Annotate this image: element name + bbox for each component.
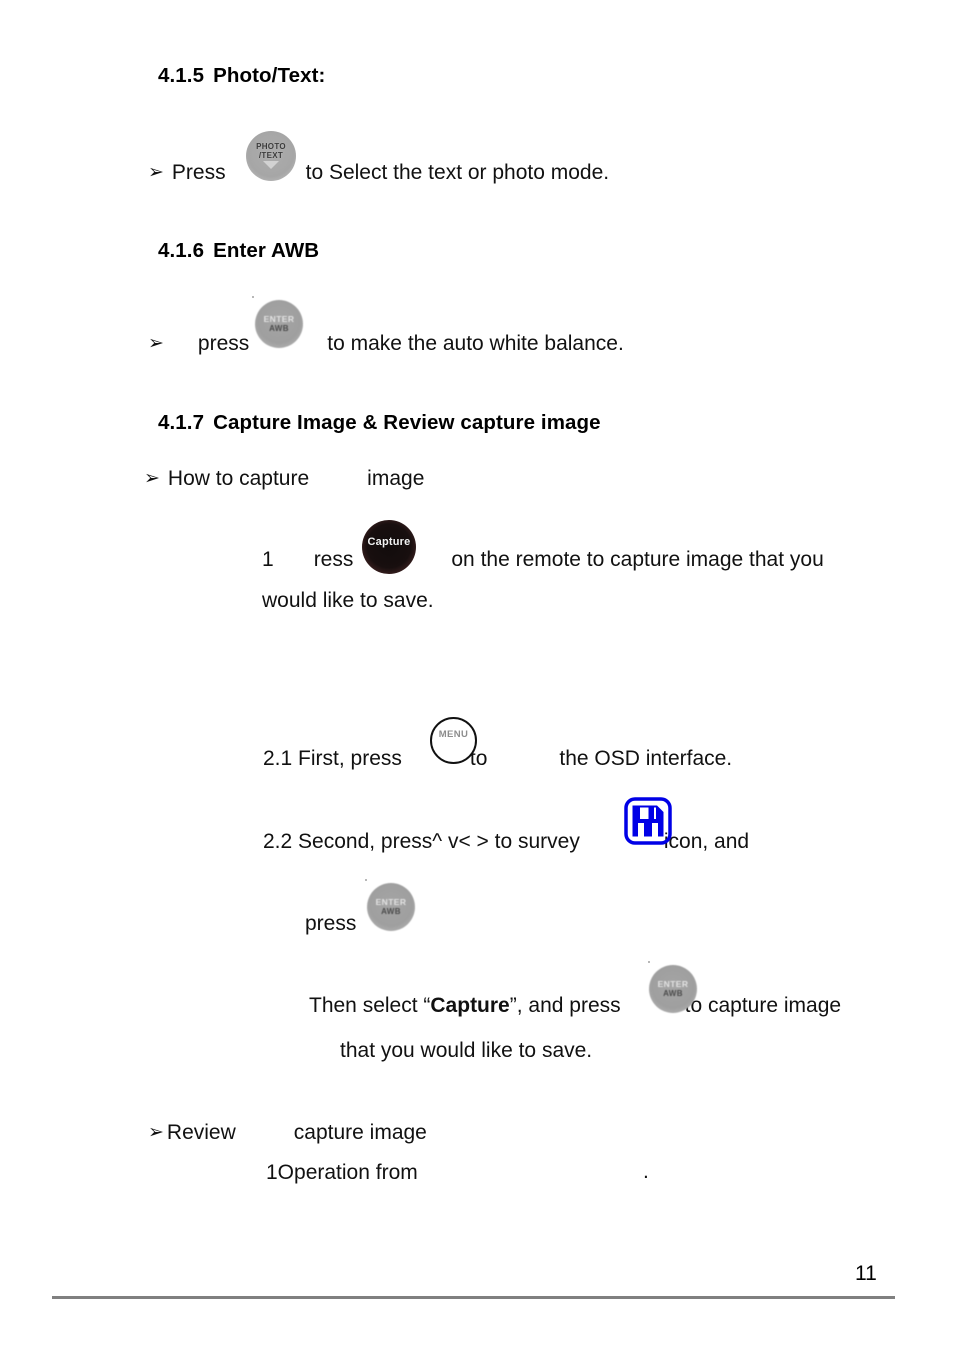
capture-button-label: Capture bbox=[367, 536, 411, 548]
how-to-capture-line: ➢ How to capture image bbox=[144, 466, 424, 492]
heading-4-1-6-title: Enter AWB bbox=[213, 239, 320, 262]
menu-button-label: MENU bbox=[438, 729, 469, 740]
heading-4-1-5: 4.1.5 Photo/Text: bbox=[158, 64, 325, 88]
enter-awb-button-label-line2: AWB bbox=[663, 989, 683, 998]
enter-awb-button-label-line2: AWB bbox=[269, 324, 289, 333]
review-capture-image-line: ➢ Review capture image bbox=[148, 1120, 427, 1146]
capture-step-2-4-after: to capture image bbox=[684, 994, 842, 1017]
capture-step-1-after: on the remote to capture image that you bbox=[451, 548, 824, 571]
save-icon bbox=[624, 797, 672, 845]
heading-4-1-7: 4.1.7 Capture Image & Review capture imag… bbox=[158, 411, 601, 435]
arrow-bullet-icon: ➢ bbox=[148, 1121, 164, 1143]
capture-step-2-1-after: the OSD interface. bbox=[559, 747, 733, 770]
scan-artifact-dot bbox=[648, 961, 650, 963]
capture-step-2-4-before: Then select “ bbox=[309, 994, 431, 1017]
photo-text-button-label-line2: /TEXT bbox=[258, 150, 284, 160]
heading-4-1-6-number: 4.1.6 bbox=[158, 239, 205, 262]
photo-text-button[interactable]: PHOTO /TEXT bbox=[246, 131, 296, 181]
chevron-down-icon bbox=[263, 161, 279, 169]
heading-4-1-5-title: Photo/Text: bbox=[213, 64, 326, 87]
photo-text-press-label: Press bbox=[171, 161, 226, 184]
enter-awb-button[interactable]: ENTER AWB bbox=[367, 883, 415, 931]
enter-awb-instruction: ➢ press to make the auto white balance. bbox=[148, 331, 624, 357]
review-trailing-period: . bbox=[643, 1160, 649, 1183]
capture-step-1-index: 1 bbox=[262, 548, 274, 571]
capture-step-2-3-line: press bbox=[305, 911, 356, 937]
enter-awb-action-label: to make the auto white balance. bbox=[327, 332, 624, 355]
photo-text-action-label: to Select the text or photo mode. bbox=[305, 161, 610, 184]
enter-awb-button-label-line2: AWB bbox=[381, 907, 401, 916]
arrow-bullet-icon: ➢ bbox=[144, 467, 160, 489]
enter-awb-button[interactable]: ENTER AWB bbox=[255, 300, 303, 348]
arrow-bullet-icon: ➢ bbox=[148, 332, 164, 354]
review-text-b: capture image bbox=[293, 1121, 427, 1144]
how-to-capture-text-b: image bbox=[367, 467, 425, 490]
review-text-a: Review bbox=[166, 1121, 236, 1144]
page-number: 11 bbox=[855, 1262, 877, 1285]
capture-step-2-3-text: press bbox=[305, 912, 357, 935]
capture-step-2-4-continuation-text: that you would like to save. bbox=[340, 1039, 593, 1062]
footer-rule bbox=[52, 1296, 895, 1299]
scan-artifact-dot bbox=[252, 296, 254, 298]
review-sub-line: 1Operation from bbox=[266, 1160, 418, 1186]
capture-step-1-continuation: would like to save. bbox=[262, 588, 434, 614]
capture-step-2-1-line: 2.1 First, press to the OSD interface. bbox=[263, 746, 732, 772]
capture-step-2-4-emphasis: Capture bbox=[430, 994, 510, 1017]
photo-text-instruction: ➢ Press to Select the text or photo mode. bbox=[148, 160, 609, 186]
capture-step-2-2-after: icon, and bbox=[663, 830, 750, 853]
arrow-bullet-icon: ➢ bbox=[148, 161, 164, 183]
enter-awb-press-label: press bbox=[197, 332, 250, 355]
capture-button[interactable]: Capture bbox=[362, 520, 416, 574]
capture-step-2-2-line: 2.2 Second, press^ v< > to survey icon, a… bbox=[263, 829, 749, 855]
capture-step-1-before: ress bbox=[313, 548, 354, 571]
enter-awb-button-label-line1: ENTER bbox=[657, 979, 689, 989]
menu-button[interactable]: MENU bbox=[430, 717, 477, 764]
heading-4-1-7-number: 4.1.7 bbox=[158, 411, 205, 434]
capture-step-2-4-continuation: that you would like to save. bbox=[340, 1038, 592, 1064]
heading-4-1-7-title: Capture Image & Review capture image bbox=[213, 411, 601, 434]
capture-step-2-1-before: 2.1 First, press bbox=[263, 747, 402, 770]
enter-awb-button[interactable]: ENTER AWB bbox=[649, 965, 697, 1013]
review-sub-line-text: 1Operation from bbox=[266, 1161, 418, 1184]
enter-awb-button-label-line1: ENTER bbox=[375, 897, 407, 907]
capture-step-1-continuation-text: would like to save. bbox=[262, 589, 434, 612]
capture-step-1-line: 1 ress on the remote to capture image that… bbox=[262, 547, 824, 573]
capture-step-2-4-middle: ”, and press bbox=[509, 994, 621, 1017]
scan-artifact-dot bbox=[365, 879, 367, 881]
heading-4-1-5-number: 4.1.5 bbox=[158, 64, 205, 87]
heading-4-1-6: 4.1.6 Enter AWB bbox=[158, 239, 319, 263]
how-to-capture-text-a: How to capture bbox=[167, 467, 310, 490]
enter-awb-button-label-line1: ENTER bbox=[263, 314, 295, 324]
capture-step-2-2-before: 2.2 Second, press^ v< > to survey bbox=[263, 830, 580, 853]
capture-step-2-4-line: Then select “Capture”, and press to captu… bbox=[309, 993, 841, 1019]
document-page: 4.1.5 Photo/Text: ➢ Press to Select the tex… bbox=[0, 0, 954, 1352]
